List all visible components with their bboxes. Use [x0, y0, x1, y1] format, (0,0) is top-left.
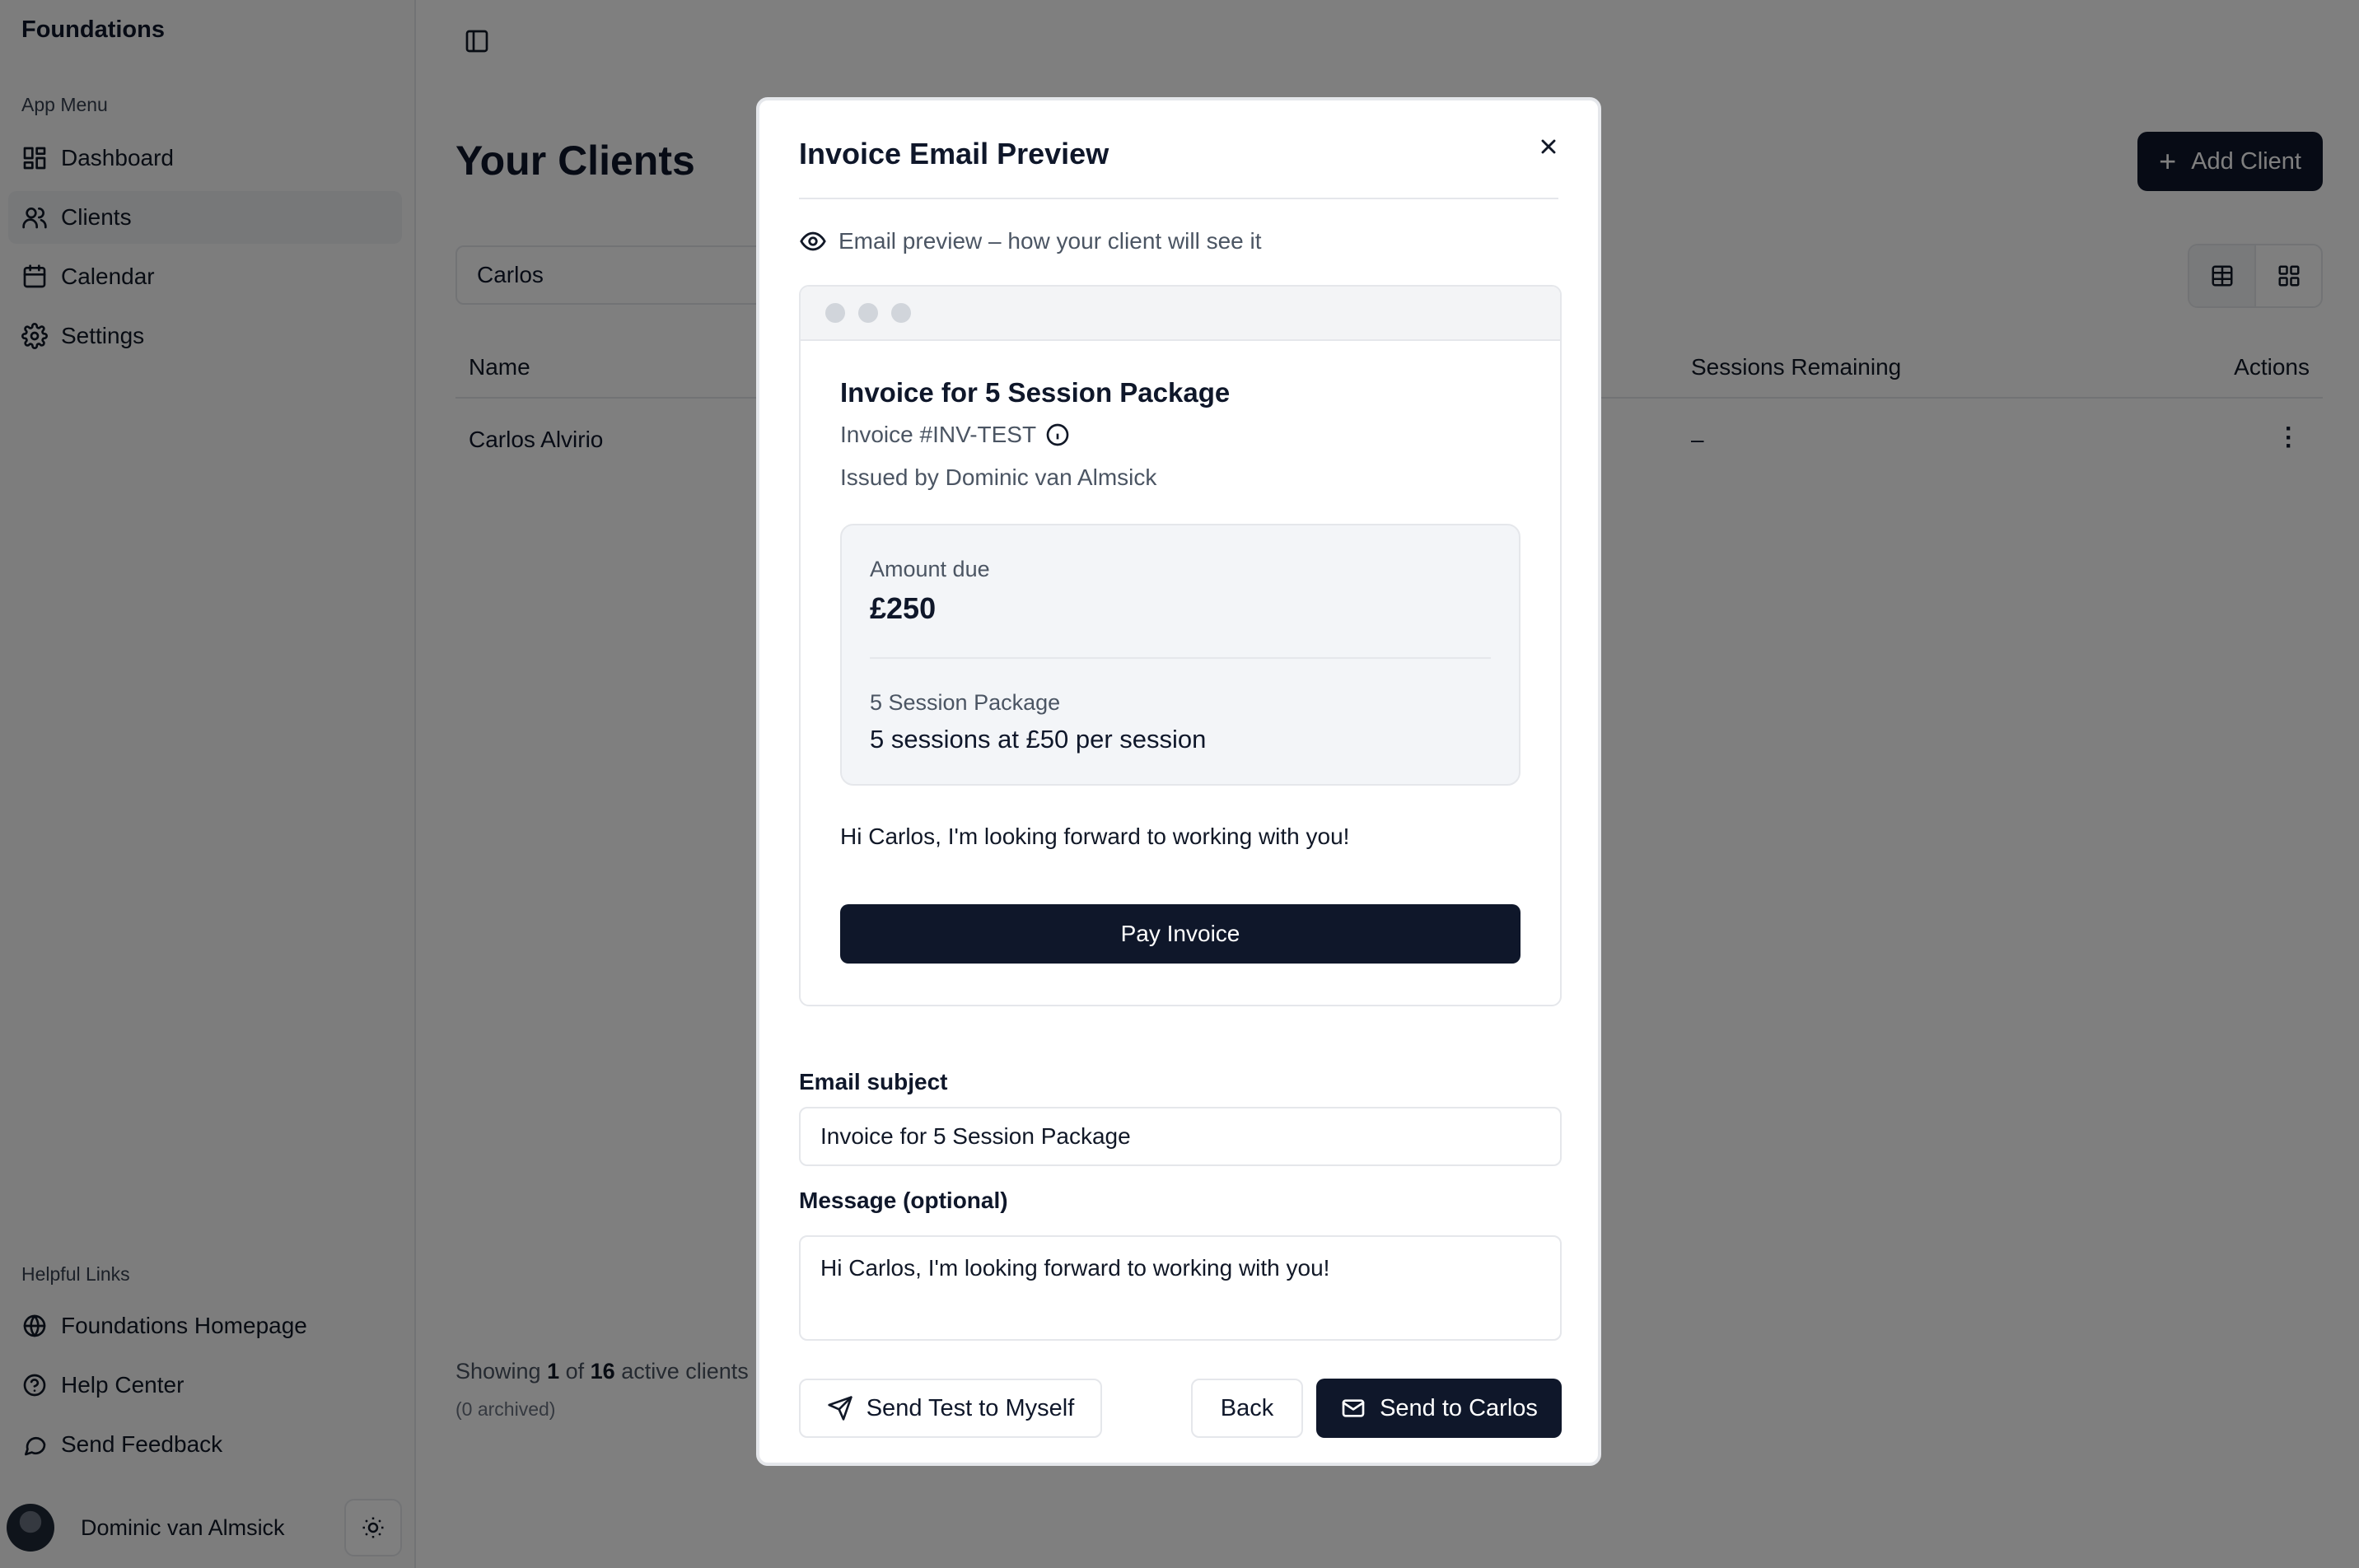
mail-icon	[1342, 1399, 1365, 1417]
send-test-button[interactable]: Send Test to Myself	[799, 1379, 1102, 1438]
eye-icon	[800, 231, 826, 251]
close-icon	[1541, 139, 1556, 154]
send-to-client-button[interactable]: Send to Carlos	[1316, 1379, 1562, 1438]
send-icon	[828, 1396, 853, 1421]
invoice-number: Invoice #INV-TEST	[840, 422, 1071, 448]
back-button[interactable]: Back	[1191, 1379, 1303, 1438]
invoice-number-text: Invoice #INV-TEST	[840, 422, 1037, 447]
close-button[interactable]	[1532, 130, 1565, 163]
amount-value: £250	[870, 591, 937, 625]
email-preview-frame: Invoice for 5 Session Package Invoice #I…	[799, 285, 1562, 1006]
invoice-title: Invoice for 5 Session Package	[840, 377, 1231, 408]
message-label: Message (optional)	[799, 1188, 1008, 1213]
message-textarea[interactable]: Hi Carlos, I'm looking forward to workin…	[799, 1235, 1562, 1341]
email-message: Hi Carlos, I'm looking forward to workin…	[840, 824, 1350, 849]
email-subject-input[interactable]: Invoice for 5 Session Package	[799, 1107, 1562, 1166]
email-body: Invoice for 5 Session Package Invoice #I…	[801, 341, 1560, 1005]
modal-title: Invoice Email Preview	[799, 137, 1109, 170]
issued-by: Issued by Dominic van Almsick	[840, 464, 1157, 490]
divider	[870, 657, 1491, 659]
package-detail: 5 sessions at £50 per session	[870, 725, 1207, 754]
app-root: Foundations App Menu Dashboard Clients C…	[0, 0, 2359, 1568]
divider	[799, 198, 1558, 199]
window-dot	[891, 303, 911, 323]
window-dot	[825, 303, 845, 323]
send-label: Send to Carlos	[1380, 1394, 1538, 1421]
window-dot	[858, 303, 878, 323]
send-test-label: Send Test to Myself	[866, 1394, 1075, 1421]
amount-label: Amount due	[870, 557, 990, 581]
preview-note: Email preview – how your client will see…	[799, 227, 1262, 255]
email-window-chrome	[801, 287, 1560, 341]
invoice-email-modal: Invoice Email Preview Email preview – ho…	[756, 97, 1601, 1466]
info-icon[interactable]	[1044, 422, 1071, 448]
amount-card: Amount due £250 5 Session Package 5 sess…	[840, 524, 1521, 786]
subject-label: Email subject	[799, 1069, 948, 1094]
back-label: Back	[1220, 1394, 1274, 1421]
preview-note-text: Email preview – how your client will see…	[838, 228, 1262, 254]
package-label: 5 Session Package	[870, 690, 1061, 715]
pay-invoice-button: Pay Invoice	[840, 904, 1521, 964]
